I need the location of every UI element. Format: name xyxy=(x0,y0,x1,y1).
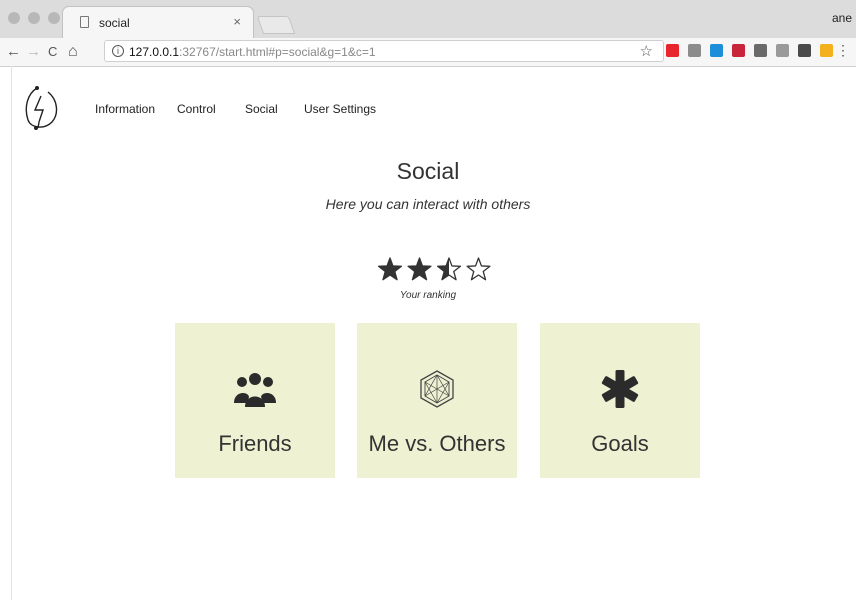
page-icon[interactable] xyxy=(776,44,789,57)
app-logo-icon[interactable] xyxy=(22,82,60,132)
star-4-icon xyxy=(466,257,491,281)
me-vs-others-card-label: Me vs. Others xyxy=(368,431,506,456)
browser-menu-button[interactable]: ⋮ xyxy=(836,43,850,57)
home-button[interactable]: ⌂ xyxy=(68,43,78,60)
browser-tab-bar: social × ane xyxy=(0,0,856,39)
page-subtitle: Here you can interact with others xyxy=(325,196,531,212)
hand-icon[interactable] xyxy=(820,44,833,57)
profile-name[interactable]: ane xyxy=(832,11,852,25)
pocket-icon[interactable] xyxy=(754,44,767,57)
trello-icon[interactable] xyxy=(710,44,723,57)
friends-card[interactable]: Friends xyxy=(175,323,335,478)
friends-card-label: Friends xyxy=(218,431,292,456)
nav-user-settings[interactable]: User Settings xyxy=(304,102,376,116)
back-button[interactable]: ← xyxy=(6,43,21,60)
goals-card[interactable]: Goals xyxy=(540,323,700,478)
tab-title: social xyxy=(99,16,130,30)
close-window-button[interactable] xyxy=(8,12,20,24)
page-title: Social xyxy=(396,158,460,184)
browser-tab[interactable]: social × xyxy=(62,6,254,39)
me-vs-others-card[interactable]: Me vs. Others xyxy=(357,323,517,478)
ranking-label: Your ranking xyxy=(399,290,457,301)
window-left-edge xyxy=(11,66,12,600)
browser-toolbar: ← → C ⌂ i 127.0.0.1:32767/start.html#p=s… xyxy=(0,38,856,67)
tab-close-button[interactable]: × xyxy=(233,14,241,29)
new-tab-button[interactable] xyxy=(256,16,296,34)
url-host: 127.0.0.1 xyxy=(129,45,180,59)
info-icon[interactable]: i xyxy=(112,45,124,57)
evernote-icon[interactable] xyxy=(798,44,811,57)
hexagon-network-icon xyxy=(357,369,517,409)
nav-control[interactable]: Control xyxy=(177,102,216,116)
opera-icon[interactable] xyxy=(666,44,679,57)
ranking-stars xyxy=(377,257,491,281)
camera-icon[interactable] xyxy=(688,44,701,57)
star-1-icon xyxy=(377,257,403,281)
forward-button[interactable]: → xyxy=(26,43,41,60)
bookmark-star-icon[interactable]: ☆ xyxy=(640,42,653,60)
goals-card-label: Goals xyxy=(591,431,649,456)
maximize-window-button[interactable] xyxy=(48,12,60,24)
asterisk-icon xyxy=(540,369,700,409)
reload-button[interactable]: C xyxy=(48,43,57,60)
url-path: :32767/start.html#p=social&g=1&c=1 xyxy=(179,45,376,59)
document-icon xyxy=(80,16,89,28)
nav-social[interactable]: Social xyxy=(245,102,278,116)
address-bar[interactable]: i 127.0.0.1:32767/start.html#p=social&g=… xyxy=(104,40,664,62)
star-2-icon xyxy=(407,257,432,281)
mendeley-icon[interactable] xyxy=(732,44,745,57)
group-icon xyxy=(175,369,335,409)
nav-information[interactable]: Information xyxy=(95,102,155,116)
minimize-window-button[interactable] xyxy=(28,12,40,24)
star-3-icon xyxy=(436,257,462,281)
url-text[interactable]: 127.0.0.1:32767/start.html#p=social&g=1&… xyxy=(129,45,376,59)
